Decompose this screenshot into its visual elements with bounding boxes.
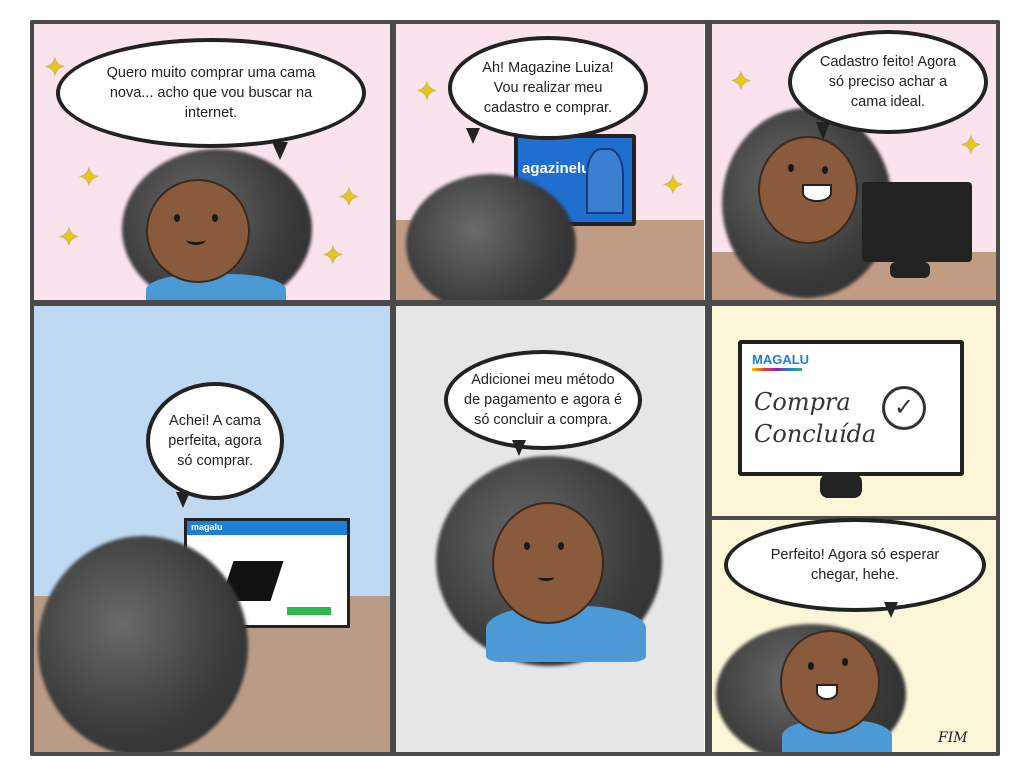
character-smile [802, 184, 832, 202]
panel-5: Adicionei meu método de pagamento e agor… [396, 306, 704, 752]
speech-bubble-tail [884, 602, 898, 618]
screen-line-1: Compra [754, 388, 851, 416]
speech-bubble: Cadastro feito! Agora só preciso achar a… [788, 30, 988, 134]
sparkle-icon: ✦ [730, 66, 752, 96]
screen-header-bar: magalu [187, 521, 347, 535]
speech-bubble: Adicionei meu método de pagamento e agor… [444, 350, 642, 450]
sparkle-icon: ✦ [78, 162, 100, 192]
monitor-stand [820, 474, 862, 498]
character-eye [174, 214, 180, 222]
checkmark-glyph: ✓ [893, 394, 915, 421]
character-eye [524, 542, 530, 550]
character-eye [808, 662, 814, 670]
sparkle-icon: ✦ [662, 170, 684, 200]
sparkle-icon: ✦ [416, 76, 438, 106]
screen-buy-button [287, 607, 331, 615]
character-face [146, 179, 250, 283]
speech-bubble: Ah! Magazine Luiza! Vou realizar meu cad… [448, 36, 648, 140]
speech-text: Quero muito comprar uma cama nova... ach… [106, 65, 316, 121]
ending-label: FIM [938, 730, 968, 746]
computer-monitor: MAGALU Compra Concluída ✓ [738, 340, 964, 476]
character-eye [842, 658, 848, 666]
character-eye [788, 164, 794, 172]
speech-bubble: Quero muito comprar uma cama nova... ach… [56, 38, 366, 148]
character-face [492, 502, 604, 624]
character-mouth [538, 574, 554, 581]
speech-text: Ah! Magazine Luiza! Vou realizar meu cad… [482, 60, 614, 116]
speech-bubble-tail [176, 492, 190, 508]
sparkle-icon: ✦ [322, 240, 344, 270]
frame-border-right [996, 20, 1000, 756]
computer-monitor [862, 182, 972, 262]
character-smile [816, 684, 838, 700]
panel-4: magalu Achei! A cama perfeita, agora só … [34, 306, 390, 752]
character-hair-back [38, 536, 248, 752]
speech-bubble-tail [466, 128, 480, 144]
panel-6: MAGALU Compra Concluída ✓ Perfeito! Agor… [712, 306, 996, 752]
speech-text: Perfeito! Agora só esperar chegar, hehe. [770, 547, 940, 583]
comic-page: ✦ ✦ ✦ ✦ ✦ Quero muito comprar uma cama n… [0, 0, 1024, 768]
frame-border-left [30, 20, 34, 756]
character-mouth [186, 234, 206, 245]
screen-model-photo [586, 148, 624, 214]
screen-brand-logo: magalu [191, 522, 223, 532]
speech-text: Cadastro feito! Agora só preciso achar a… [819, 54, 957, 110]
character-face [780, 630, 880, 734]
speech-bubble-tail [512, 440, 526, 456]
panel-2: agazineluiza ✦ ✦ Ah! Magazine Luiza! Vou… [396, 24, 704, 300]
screen-line-2: Concluída [754, 420, 877, 448]
brand-logo: MAGALU [752, 352, 810, 367]
sparkle-icon: ✦ [960, 130, 982, 160]
panel-1: ✦ ✦ ✦ ✦ ✦ Quero muito comprar uma cama n… [34, 24, 390, 300]
speech-bubble-tail [272, 142, 288, 160]
speech-text: Adicionei meu método de pagamento e agor… [464, 372, 623, 428]
character-eye [558, 542, 564, 550]
speech-text: Achei! A cama perfeita, agora só comprar… [168, 413, 262, 469]
frame-border-top [30, 20, 1000, 24]
frame-col-divider-2 [705, 20, 712, 756]
character-eye [212, 214, 218, 222]
brand-logo-underline [752, 368, 802, 371]
frame-border-bottom [30, 752, 1000, 756]
checkmark-icon: ✓ [882, 386, 926, 430]
sparkle-icon: ✦ [58, 222, 80, 252]
monitor-stand [890, 262, 930, 278]
panel-3: ✦ ✦ Cadastro feito! Agora só preciso ach… [712, 24, 996, 300]
frame-col-divider-1 [390, 20, 396, 756]
speech-bubble-tail [816, 122, 830, 140]
character-eye [822, 166, 828, 174]
speech-bubble: Perfeito! Agora só esperar chegar, hehe. [724, 518, 986, 612]
speech-bubble: Achei! A cama perfeita, agora só comprar… [146, 382, 284, 500]
frame-row-divider [30, 300, 1000, 306]
sparkle-icon: ✦ [338, 182, 360, 212]
